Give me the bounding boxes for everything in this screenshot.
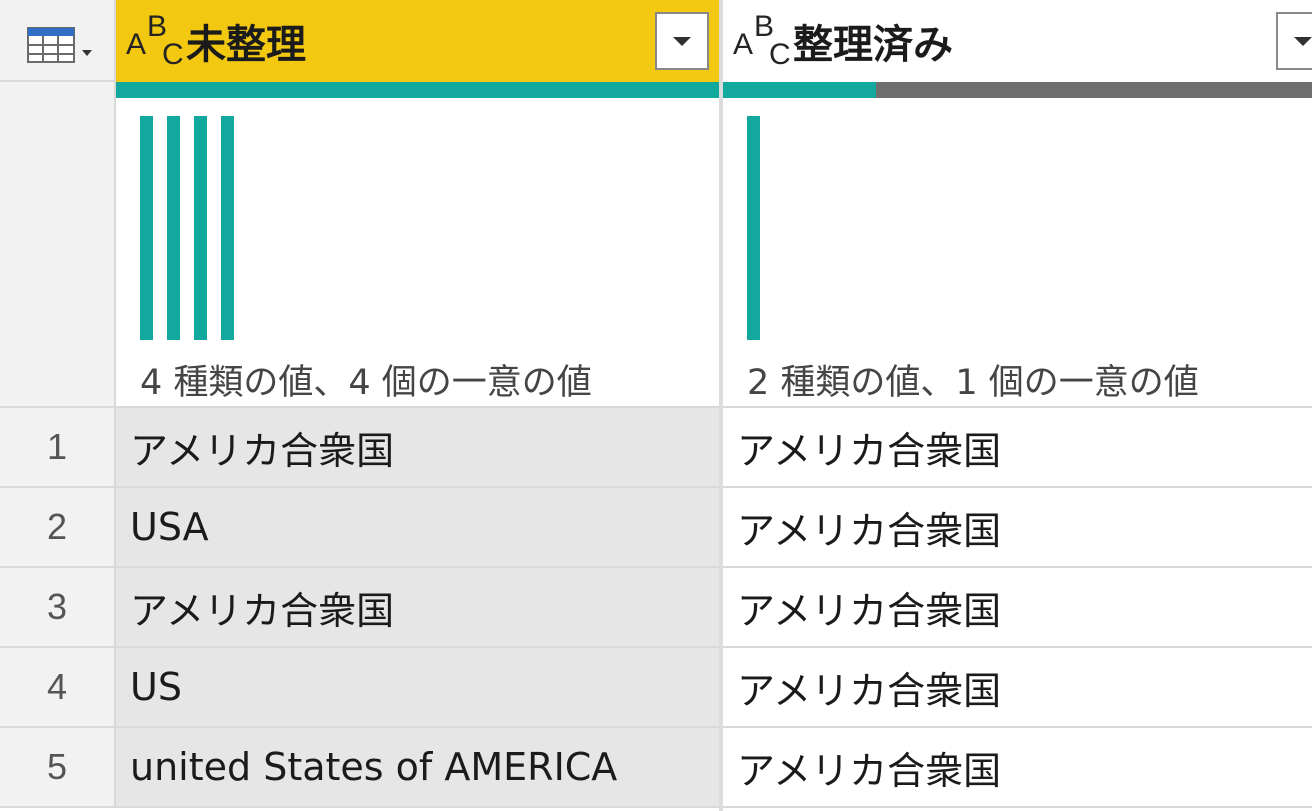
table-cell[interactable]: アメリカ合衆国 (723, 648, 1312, 728)
row-number[interactable]: 4 (0, 648, 116, 728)
table-cell[interactable]: アメリカ合衆国 (116, 568, 719, 648)
column-distribution-organized[interactable]: 2 種類の値、1 個の一意の値 (723, 98, 1312, 408)
column-filter-button[interactable] (1276, 12, 1312, 70)
quality-bar-unorganized[interactable] (116, 82, 719, 98)
distribution-bar[interactable] (167, 116, 180, 340)
column-filter-button[interactable] (655, 12, 709, 70)
distribution-bar[interactable] (140, 116, 153, 340)
text-type-icon[interactable]: A B C (723, 0, 793, 82)
table-cell[interactable]: US (116, 648, 719, 728)
distribution-summary: 2 種類の値、1 個の一意の値 (747, 363, 1199, 403)
quality-bar-organized[interactable] (723, 82, 1312, 98)
row-number[interactable]: 3 (0, 568, 116, 648)
table-cell[interactable]: アメリカ合衆国 (116, 408, 719, 488)
text-type-icon[interactable]: A B C (116, 0, 186, 82)
table-cell[interactable]: アメリカ合衆国 (723, 408, 1312, 488)
column-header-unorganized[interactable]: A B C 未整理 (116, 0, 719, 82)
column-title: 整理済み (793, 22, 953, 68)
chevron-down-icon (1294, 36, 1312, 46)
chevron-down-icon (673, 36, 691, 46)
table-cell[interactable]: USA (116, 488, 719, 568)
column-header-organized[interactable]: A B C 整理済み (723, 0, 1312, 82)
distribution-bar[interactable] (221, 116, 234, 340)
table-menu-button[interactable] (0, 0, 116, 82)
quality-valid-segment (116, 82, 719, 98)
row-number[interactable]: 2 (0, 488, 116, 568)
row-number[interactable]: 5 (0, 728, 116, 808)
profile-corner (0, 82, 116, 408)
column-distribution-unorganized[interactable]: 4 種類の値、4 個の一意の値 (116, 98, 719, 408)
data-grid: A B C 未整理 A B C 整理済み 4 種類の値、4 個の一意の値 2 種… (0, 0, 1312, 811)
row-number[interactable]: 1 (0, 408, 116, 488)
quality-empty-segment (876, 82, 1312, 98)
table-cell[interactable]: アメリカ合衆国 (723, 488, 1312, 568)
distribution-bar[interactable] (747, 116, 760, 340)
table-cell[interactable]: アメリカ合衆国 (723, 568, 1312, 648)
chevron-down-icon (82, 50, 92, 56)
column-title: 未整理 (186, 22, 306, 68)
column-divider[interactable] (719, 0, 723, 811)
table-cell[interactable]: united States of AMERICA (116, 728, 719, 808)
table-icon (27, 27, 92, 63)
distribution-summary: 4 種類の値、4 個の一意の値 (140, 363, 592, 403)
distribution-bar[interactable] (194, 116, 207, 340)
quality-valid-segment (723, 82, 876, 98)
table-cell[interactable]: アメリカ合衆国 (723, 728, 1312, 808)
